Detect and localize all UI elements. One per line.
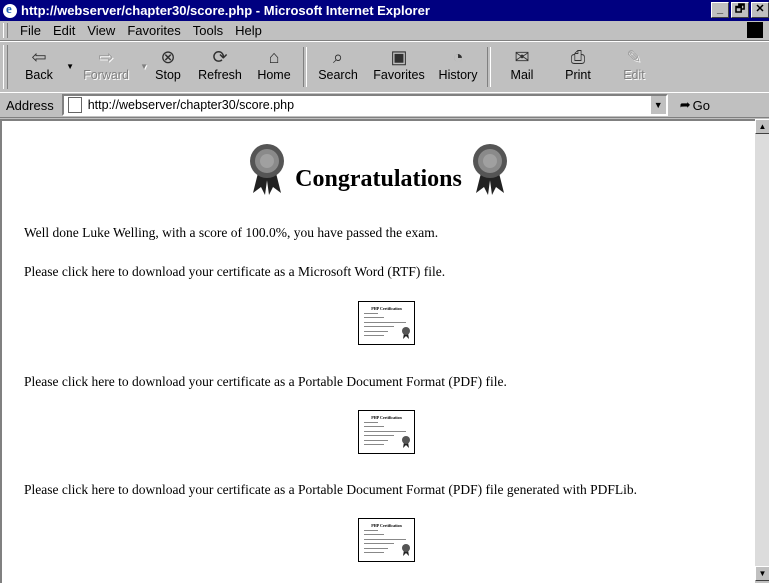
forward-button[interactable]: ⇨ Forward ▼	[72, 42, 148, 92]
search-button[interactable]: ⌕ Search	[310, 42, 366, 92]
address-label: Address	[6, 97, 54, 113]
address-value[interactable]: http://webserver/chapter30/score.php	[88, 98, 294, 112]
stop-label: Stop	[155, 68, 181, 82]
menu-help[interactable]: Help	[229, 23, 268, 38]
go-arrow-icon: ➦	[679, 97, 691, 112]
menu-grip[interactable]	[3, 23, 8, 38]
stop-button[interactable]: ⊗ Stop	[144, 42, 192, 92]
rosette-icon	[402, 436, 410, 448]
refresh-button[interactable]: ⟳ Refresh	[192, 42, 248, 92]
search-icon: ⌕	[332, 47, 344, 67]
window-controls: _ 🗗 ✕	[709, 2, 769, 18]
certificate-thumb-title: PHP Certification	[371, 306, 402, 311]
toolbar-separator	[487, 47, 491, 87]
print-label: Print	[565, 68, 591, 82]
refresh-label: Refresh	[198, 68, 242, 82]
windows-logo-icon	[747, 22, 763, 38]
toolbar-grip[interactable]	[3, 45, 8, 89]
download-rtf-text[interactable]: Please click here to download your certi…	[24, 264, 445, 280]
result-text: Well done Luke Welling, with a score of …	[24, 225, 439, 240]
print-button[interactable]: ⎙ Print	[550, 42, 606, 92]
close-button[interactable]: ✕	[751, 2, 769, 18]
forward-label: Forward	[83, 68, 129, 82]
rosette-icon	[250, 144, 285, 195]
menu-favorites[interactable]: Favorites	[121, 23, 186, 38]
address-bar: Address http://webserver/chapter30/score…	[0, 92, 769, 118]
history-icon: ◔	[452, 47, 464, 67]
back-label: Back	[25, 68, 53, 82]
certificate-rtf-link[interactable]: PHP Certification	[358, 301, 415, 345]
menu-bar: File Edit View Favorites Tools Help	[0, 21, 769, 41]
scroll-up-icon[interactable]: ▲	[755, 119, 769, 134]
refresh-icon: ⟳	[212, 47, 228, 67]
standard-toolbar: ⇦ Back ▼ ⇨ Forward ▼ ⊗ Stop ⟳ Refresh ⌂ …	[0, 41, 769, 93]
certificate-pdf-link[interactable]: PHP Certification	[358, 410, 415, 454]
menu-file[interactable]: File	[14, 23, 47, 38]
history-button[interactable]: ◔ History	[432, 42, 484, 92]
stop-icon: ⊗	[160, 47, 176, 67]
rosette-icon	[402, 544, 410, 556]
page-icon	[67, 97, 82, 113]
mail-label: Mail	[510, 68, 534, 82]
title-bar: http://webserver/chapter30/score.php - M…	[0, 0, 769, 21]
heading-row: Congratulations	[2, 143, 755, 195]
download-pdf-text[interactable]: Please click here to download your certi…	[24, 374, 507, 390]
restore-button[interactable]: 🗗	[731, 2, 749, 18]
go-button[interactable]: ➦ Go	[680, 97, 710, 113]
history-label: History	[438, 68, 478, 82]
certificate-thumb-title: PHP Certification	[371, 415, 402, 420]
address-input[interactable]: http://webserver/chapter30/score.php ▼	[61, 94, 668, 116]
go-label: Go	[692, 97, 710, 113]
favorites-label: Favorites	[373, 68, 425, 82]
scroll-down-icon[interactable]: ▼	[755, 566, 769, 581]
forward-arrow-icon: ⇨	[98, 47, 114, 67]
rosette-icon	[472, 144, 507, 195]
edit-button[interactable]: ✎ Edit	[606, 42, 662, 92]
download-pdflib-text[interactable]: Please click here to download your certi…	[24, 482, 637, 498]
toolbar-separator	[303, 47, 307, 87]
address-dropdown-icon[interactable]: ▼	[649, 96, 666, 114]
home-icon: ⌂	[268, 47, 280, 67]
window-title: http://webserver/chapter30/score.php - M…	[21, 3, 430, 18]
back-button[interactable]: ⇦ Back ▼	[12, 42, 74, 92]
favorites-button[interactable]: ▣ Favorites	[366, 42, 432, 92]
menu-edit[interactable]: Edit	[47, 23, 81, 38]
favorites-icon: ▣	[390, 47, 408, 67]
certificate-thumb-title: PHP Certification	[371, 523, 402, 528]
menu-tools[interactable]: Tools	[187, 23, 229, 38]
page-title: Congratulations	[295, 166, 462, 192]
menu-view[interactable]: View	[81, 23, 121, 38]
vertical-scrollbar[interactable]: ▲ ▼	[755, 119, 769, 581]
home-label: Home	[257, 68, 291, 82]
ie-logo-icon	[3, 1, 17, 18]
edit-icon: ✎	[626, 47, 642, 67]
edit-label: Edit	[623, 68, 645, 82]
minimize-button[interactable]: _	[711, 2, 729, 18]
page-content: Congratulations Well done Luke Welling, …	[0, 119, 755, 583]
certificate-pdflib-link[interactable]: PHP Certification	[358, 518, 415, 562]
rosette-icon	[402, 327, 410, 339]
search-label: Search	[318, 68, 358, 82]
mail-icon: ✉	[514, 47, 530, 67]
home-button[interactable]: ⌂ Home	[248, 42, 300, 92]
back-arrow-icon: ⇦	[31, 47, 47, 67]
mail-button[interactable]: ✉ Mail	[494, 42, 550, 92]
print-icon: ⎙	[570, 47, 586, 67]
